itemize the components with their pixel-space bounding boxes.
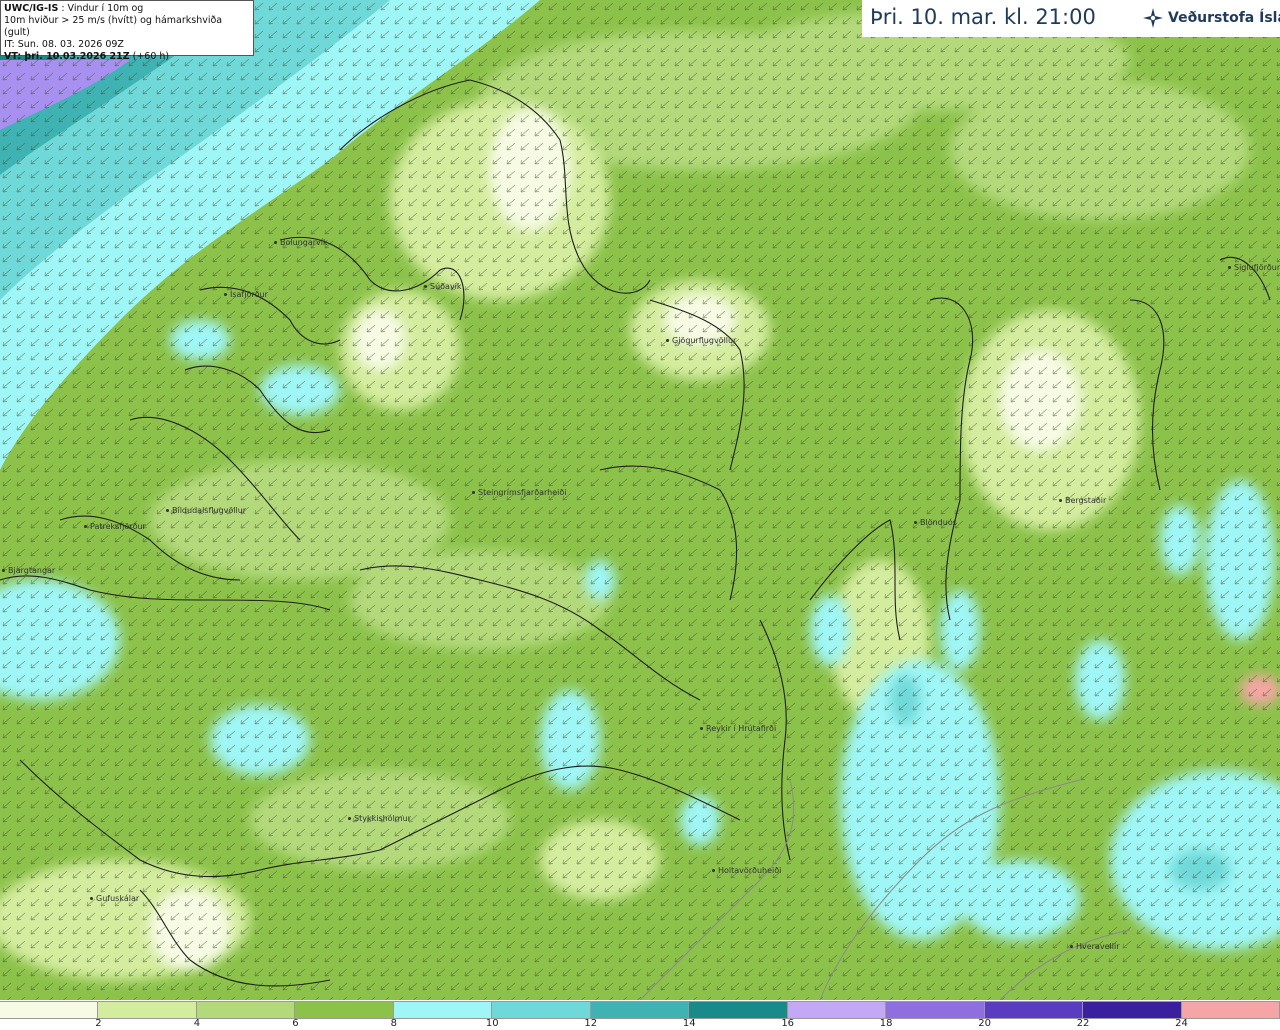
place-label-bildudalsflugvollur: Bíldudalsflugvöllur xyxy=(165,506,247,515)
snowflake-star-icon xyxy=(1143,8,1163,28)
place-label-stykkisholmur: Stykkishólmur xyxy=(348,814,411,823)
legend-tick-label: 4 xyxy=(193,1018,201,1029)
model-info-box: UWC/IG-IS : Vindur í 10m og 10m hviður >… xyxy=(0,0,254,62)
brand-name: Veðurstofa Íslands xyxy=(1168,10,1280,26)
legend-swatch xyxy=(196,1002,296,1018)
legend-swatch xyxy=(393,1002,493,1018)
place-label-reykir: Reykir í Hrútafirði xyxy=(699,724,777,733)
legend-swatch xyxy=(984,1002,1084,1018)
place-label-siglufjordur: Siglufjörður xyxy=(1227,263,1280,272)
place-label-patreksfjordur: Patreksfjörður xyxy=(84,522,146,531)
legend-tick-label: 24 xyxy=(1175,1018,1188,1029)
place-label-blonduos: Blönduós xyxy=(914,518,957,527)
legend-tick-label: 2 xyxy=(95,1018,102,1029)
model-name: UWC/IG-IS xyxy=(4,3,59,14)
place-label-gjogurflugvollur: Gjögurflugvöllur xyxy=(665,336,737,345)
forecast-time: Þri. 10. mar. kl. 21:00 xyxy=(870,5,1096,29)
legend-tick-label: 14 xyxy=(682,1018,696,1029)
initial-time: IT: Sun. 08. 03. 2026 09Z xyxy=(4,39,124,50)
place-label-sudavik: Súðavík xyxy=(424,282,462,291)
place-label-steingrimsfjardarheidi: Steingrímsfjarðarheiði xyxy=(472,488,567,497)
legend-tick-label: 6 xyxy=(292,1018,299,1029)
legend-tick-label: 16 xyxy=(781,1018,795,1029)
place-label-hveravellir: Hveravellir xyxy=(1069,942,1120,951)
legend-color-bar xyxy=(0,1001,1280,1019)
legend-swatch xyxy=(0,1002,99,1018)
legend-tick-label: 18 xyxy=(879,1018,893,1029)
place-label-holtavorduheidi: Holtavörðuheiði xyxy=(711,866,782,875)
legend-tick-label: 22 xyxy=(1076,1018,1090,1029)
place-label-bergstadir: Bergstaðir xyxy=(1058,496,1107,505)
legend-swatch xyxy=(787,1002,887,1018)
legend-swatch xyxy=(1083,1002,1182,1018)
place-label-bolungarvik: Bolungarvík xyxy=(274,238,328,247)
brand: Veðurstofa Íslands xyxy=(1142,5,1280,31)
place-label-bjargtangar: Bjargtangar xyxy=(1,566,56,575)
legend-swatch xyxy=(689,1002,788,1018)
legend-tick-label: 12 xyxy=(584,1018,598,1029)
wind-speed-legend: 2 4 6 8 10 12 14 16 18 20 22 24 xyxy=(0,1000,1280,1030)
legend-swatch xyxy=(886,1002,985,1018)
legend-tick-label: 8 xyxy=(390,1018,398,1029)
place-label-isafjordur: Ísafjörður xyxy=(224,290,268,299)
legend-swatch xyxy=(295,1002,394,1018)
legend-swatch xyxy=(590,1002,690,1018)
legend-tick-label: 10 xyxy=(485,1018,499,1029)
place-label-gufuskalar: Gufuskálar xyxy=(89,894,140,903)
valid-offset: (+60 h) xyxy=(132,51,170,62)
model-desc-1: : Vindur í 10m og xyxy=(61,3,144,14)
legend-swatch xyxy=(1181,1002,1280,1018)
valid-time: VT: þri. 10.03.2026 21Z xyxy=(4,51,130,62)
legend-swatch xyxy=(492,1002,591,1018)
map-header: Þri. 10. mar. kl. 21:00 Veðurstofa Íslan… xyxy=(862,0,1280,37)
legend-tick-label: 20 xyxy=(978,1018,991,1029)
legend-swatch xyxy=(98,1002,197,1018)
model-desc-2: 10m hviður > 25 m/s (hvítt) og hámarkshv… xyxy=(4,15,223,38)
